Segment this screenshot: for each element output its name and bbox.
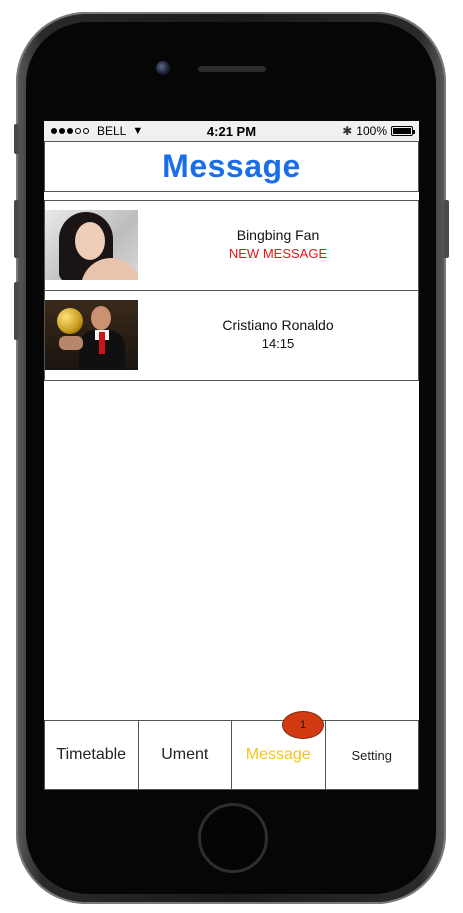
- tab-label: Setting: [351, 747, 392, 763]
- tab-bar: Timetable Ument 1 Message Setting: [44, 711, 419, 790]
- home-button[interactable]: [198, 803, 268, 873]
- new-message-label: NEW MESSAGE: [228, 246, 328, 261]
- avatar: [45, 300, 138, 370]
- message-row[interactable]: Bingbing Fan NEW MESSAGE: [44, 200, 419, 291]
- tab-setting[interactable]: Setting: [326, 721, 419, 789]
- status-bar: BELL ▼ 4:21 PM ✱ 100%: [44, 121, 419, 141]
- message-time: 14:15: [261, 336, 295, 351]
- avatar: [45, 210, 138, 280]
- tab-message[interactable]: 1 Message: [232, 711, 326, 789]
- mute-switch: [14, 124, 19, 154]
- page-title: Message: [162, 148, 301, 184]
- header-bar: Message: [44, 141, 419, 192]
- earpiece-speaker: [198, 66, 266, 72]
- tab-label: Message: [245, 746, 311, 763]
- battery-percent: 100%: [356, 124, 387, 138]
- battery-icon: [391, 126, 415, 136]
- front-camera: [156, 61, 170, 75]
- tab-timetable[interactable]: Timetable: [45, 721, 139, 789]
- volume-down-button: [14, 282, 19, 340]
- contact-name: Cristiano Ronaldo: [222, 317, 334, 333]
- power-button: [444, 200, 449, 258]
- status-right: ✱ 100%: [342, 124, 415, 138]
- tab-ument[interactable]: Ument: [139, 721, 232, 789]
- tab-label: Timetable: [56, 746, 127, 763]
- unread-badge: 1: [282, 711, 324, 739]
- tab-label: Ument: [161, 746, 209, 763]
- bluetooth-icon: ✱: [342, 124, 353, 138]
- contact-name: Bingbing Fan: [236, 227, 320, 243]
- app-screen: BELL ▼ 4:21 PM ✱ 100% Message Bingbing F…: [44, 121, 419, 790]
- message-row[interactable]: Cristiano Ronaldo 14:15: [44, 291, 419, 381]
- volume-up-button: [14, 200, 19, 258]
- message-list: Bingbing Fan NEW MESSAGE Cristiano Ronal…: [44, 200, 419, 381]
